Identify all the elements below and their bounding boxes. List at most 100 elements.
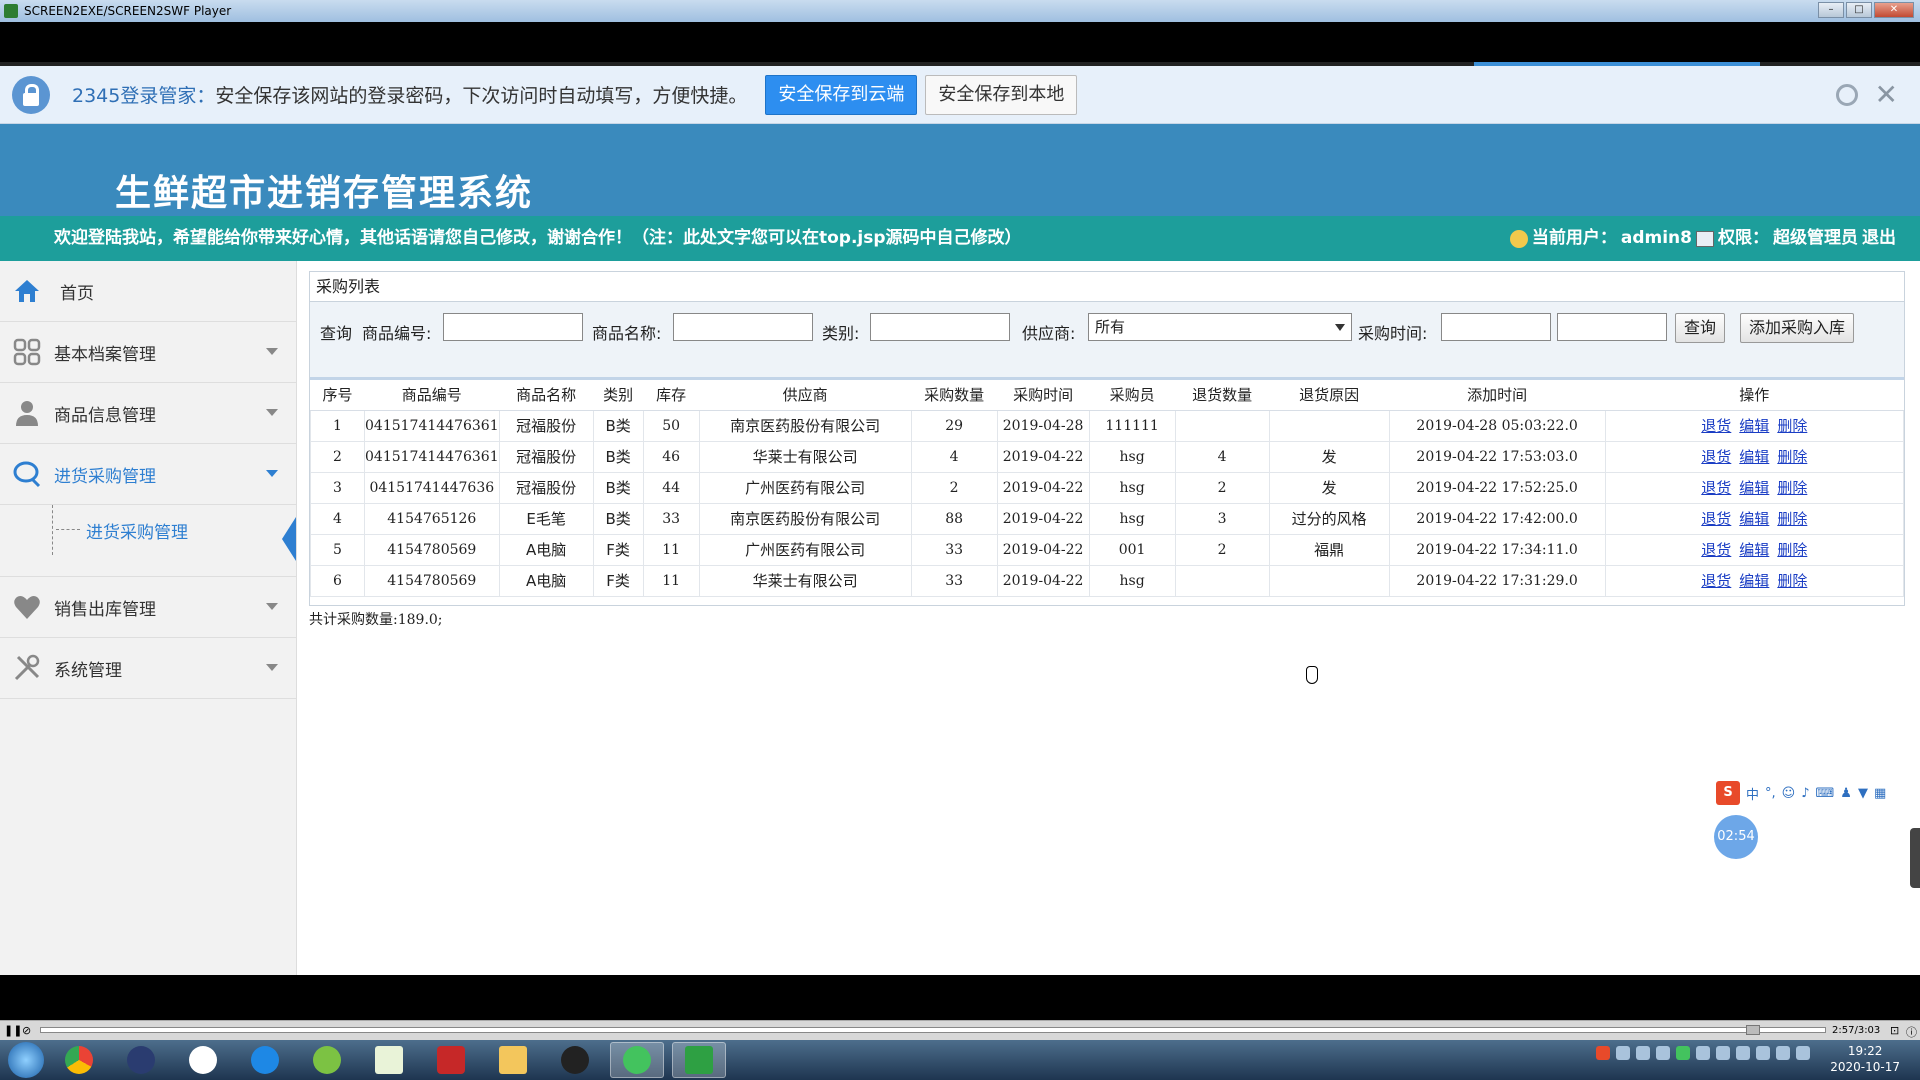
sidebar-item-basic-archive[interactable]: 基本档案管理 (0, 322, 296, 383)
return-link[interactable]: 退货 (1701, 479, 1731, 497)
flower-tray-icon[interactable] (1636, 1046, 1650, 1060)
return-link[interactable]: 退货 (1701, 541, 1731, 559)
edit-link[interactable]: 编辑 (1739, 572, 1769, 590)
purchase-time-end-input[interactable] (1557, 313, 1667, 341)
delete-link[interactable]: 删除 (1777, 417, 1807, 435)
table-cell: 2019-04-22 (996, 564, 1090, 597)
seek-track[interactable] (40, 1027, 1826, 1033)
save-cloud-button[interactable]: 安全保存到云端 (765, 74, 918, 115)
product-code-label: 商品编号: (362, 324, 432, 343)
recording-timer[interactable]: 02:54 (1714, 815, 1758, 859)
stop-icon[interactable]: ⊘ (22, 1024, 31, 1037)
role: 超级管理员 (1773, 228, 1858, 248)
emoji-icon[interactable]: ☺ (1782, 786, 1796, 801)
taskbar-app-browser[interactable] (238, 1042, 292, 1078)
pause-icon[interactable]: ❚❚ (4, 1024, 22, 1037)
media-icon (127, 1046, 155, 1074)
start-button[interactable] (8, 1042, 44, 1078)
qq-tray-icon[interactable] (1736, 1046, 1750, 1060)
add-purchase-button[interactable]: 添加采购入库 (1740, 313, 1855, 343)
table-cell: 2019-04-22 (996, 502, 1090, 535)
seek-thumb[interactable] (1746, 1025, 1760, 1035)
table-cell: 04151741447636 (364, 471, 500, 504)
close-button[interactable]: ✕ (1874, 2, 1914, 18)
product-name-input[interactable] (673, 313, 813, 341)
search-button[interactable]: 查询 (1675, 313, 1726, 343)
table-cell: 4154780569 (364, 533, 500, 566)
keyboard-icon[interactable]: ⌨ (1816, 786, 1835, 801)
taskbar-app-player[interactable] (672, 1042, 726, 1078)
sogou-tray-icon[interactable] (1596, 1046, 1610, 1060)
maximize-button[interactable]: □ (1846, 2, 1872, 18)
taskbar-app-360[interactable] (300, 1042, 354, 1078)
product-code-input[interactable] (443, 313, 583, 341)
col-header: 商品名称 (499, 380, 594, 411)
edit-link[interactable]: 编辑 (1739, 479, 1769, 497)
taskbar-app-chrome[interactable] (52, 1042, 106, 1078)
sidebar-item-label: 系统管理 (54, 660, 122, 681)
ime-language[interactable]: 中 (1746, 784, 1759, 803)
network-tray-icon[interactable] (1616, 1046, 1630, 1060)
edit-link[interactable]: 编辑 (1739, 541, 1769, 559)
sidebar-item-purchase[interactable]: 进货采购管理 (0, 444, 296, 505)
minimize-button[interactable]: – (1818, 2, 1844, 18)
return-link[interactable]: 退货 (1701, 417, 1731, 435)
taskbar-app-baidu[interactable] (176, 1042, 230, 1078)
taskbar-app-media[interactable] (114, 1042, 168, 1078)
table-cell: 2019-04-22 17:53:03.0 (1388, 440, 1606, 473)
close-icon[interactable]: ✕ (1875, 78, 1898, 111)
fullscreen-icon[interactable]: ⊡ (1890, 1024, 1899, 1037)
shield-tray-icon[interactable] (1656, 1046, 1670, 1060)
grid-icon (13, 338, 41, 366)
delete-link[interactable]: 删除 (1777, 479, 1807, 497)
table-cell: F类 (592, 533, 644, 566)
return-link[interactable]: 退货 (1701, 572, 1731, 590)
skin-icon[interactable]: ▼ (1858, 786, 1868, 801)
taskbar-app-editor[interactable] (362, 1042, 416, 1078)
supplier-select[interactable]: 所有 (1088, 313, 1352, 341)
volume-tray-icon[interactable] (1696, 1046, 1710, 1060)
category-input[interactable] (870, 313, 1010, 341)
return-link[interactable]: 退货 (1701, 448, 1731, 466)
wechat-tray-icon[interactable] (1676, 1046, 1690, 1060)
purchase-list-panel: 采购列表 查询 商品编号: 商品名称: 类别: 供应商: 所有 采购时间: 查询… (309, 271, 1905, 606)
edit-link[interactable]: 编辑 (1739, 448, 1769, 466)
table-cell: 3 (1174, 502, 1270, 535)
taskbar-app-flash[interactable] (424, 1042, 478, 1078)
speaker-tray-icon[interactable] (1776, 1046, 1790, 1060)
flag-tray-icon[interactable] (1716, 1046, 1730, 1060)
chevron-down-icon (266, 409, 278, 416)
table-cell: 11 (642, 533, 700, 566)
sidebar-item-sales[interactable]: 销售出库管理 (0, 577, 296, 638)
mic-icon[interactable]: ♪ (1801, 786, 1809, 801)
punctuation-icon[interactable]: °, (1765, 786, 1776, 801)
taskbar-clock[interactable]: 19:22 2020-10-17 (1830, 1043, 1900, 1075)
taskbar-app-qq[interactable] (548, 1042, 602, 1078)
delete-link[interactable]: 删除 (1777, 510, 1807, 528)
delete-link[interactable]: 删除 (1777, 541, 1807, 559)
save-local-button[interactable]: 安全保存到本地 (925, 74, 1078, 115)
sogou-icon[interactable]: S (1716, 781, 1740, 805)
monitor-tray-icon[interactable] (1796, 1046, 1810, 1060)
sidebar-item-product-info[interactable]: 商品信息管理 (0, 383, 296, 444)
system-tray (1596, 1046, 1810, 1060)
delete-link[interactable]: 删除 (1777, 572, 1807, 590)
sidebar-item-home[interactable]: 首页 (0, 261, 296, 322)
return-link[interactable]: 退货 (1701, 510, 1731, 528)
delete-link[interactable]: 删除 (1777, 448, 1807, 466)
info-icon[interactable]: ⓘ (1906, 1024, 1917, 1040)
gear-icon[interactable] (1836, 84, 1858, 106)
leaf-icon (313, 1046, 341, 1074)
sidebar-item-system[interactable]: 系统管理 (0, 638, 296, 699)
taskbar-app-wechat[interactable] (610, 1042, 664, 1078)
battery-tray-icon[interactable] (1756, 1046, 1770, 1060)
logout-link[interactable]: 退出 (1862, 216, 1896, 261)
side-handle[interactable] (1910, 828, 1920, 888)
purchase-time-start-input[interactable] (1441, 313, 1551, 341)
sidebar-subitem-purchase[interactable]: 进货采购管理 (0, 505, 296, 577)
taskbar-app-explorer[interactable] (486, 1042, 540, 1078)
grid-icon[interactable]: ▦ (1874, 786, 1886, 801)
edit-link[interactable]: 编辑 (1739, 417, 1769, 435)
user-icon[interactable]: ♟ (1840, 786, 1852, 801)
edit-link[interactable]: 编辑 (1739, 510, 1769, 528)
